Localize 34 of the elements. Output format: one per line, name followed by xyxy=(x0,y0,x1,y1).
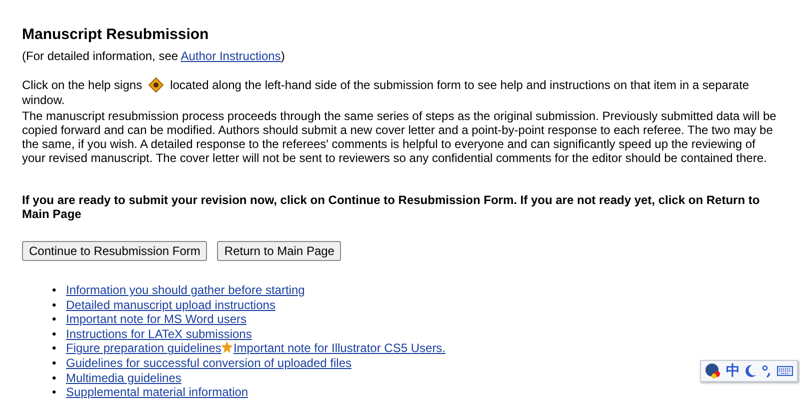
action-button[interactable]: Return to Main Page xyxy=(217,241,342,261)
help-link[interactable]: Guidelines for successful conversion of uploaded files xyxy=(66,356,352,370)
help-link[interactable]: Detailed manuscript upload instructions xyxy=(66,298,276,312)
help-link[interactable]: Instructions for LATeX submissions xyxy=(66,326,252,341)
bullet: • xyxy=(52,312,58,327)
help-link[interactable]: Important note for Illustrator CS5 Users. xyxy=(233,341,446,356)
punctuation-icon[interactable] xyxy=(762,364,772,378)
star-icon xyxy=(221,341,234,354)
bullet: • xyxy=(52,385,58,400)
ime-logo-icon[interactable] xyxy=(705,363,721,379)
action-button[interactable]: Continue to Resubmission Form xyxy=(22,241,208,261)
info-text: (For detailed information, see Author Instructions) xyxy=(22,49,286,63)
prompt-text: If you are ready to submit your revision now, click on Continue to Resubmission Form. If you are not ready yet, click on Return to Main Page xyxy=(22,193,761,221)
bullet: • xyxy=(52,326,58,342)
help-text: window. xyxy=(22,93,65,107)
help-link[interactable]: Multimedia guidelines xyxy=(66,370,182,385)
help-link[interactable]: Supplemental material information xyxy=(66,385,248,400)
bullet: • xyxy=(52,341,58,356)
description-paragraph: The manuscript resubmission process proceeds through the same series of steps as the original submission. Previously submitted data will be copied forward and can be modified. Authors should submit a new cover letter and a point-by-point response to each referee. The two may be the same, if you wish. A detailed response to the referees' comments is helpful to everyone and can significantly speed up the reviewing of your revised manuscript. The cover letter will not be sent to reviewers so any confidential comments for the editor should be contained there. xyxy=(22,109,778,165)
help-text: located along the left-hand side of the submission form to see help and instructions on that item in a separate xyxy=(170,78,750,92)
help-icon xyxy=(148,77,164,93)
help-link[interactable]: Information you should gather before starting xyxy=(66,283,305,297)
ime-mode-toggle[interactable]: 中 xyxy=(726,362,740,380)
bullet: • xyxy=(52,370,58,386)
bullet: • xyxy=(52,283,58,298)
author-instructions-link[interactable]: Author Instructions xyxy=(180,49,281,63)
page-title: Manuscript Resubmission xyxy=(22,26,210,43)
help-text: Click on the help signs xyxy=(22,78,142,92)
bullet: • xyxy=(52,356,58,371)
help-link[interactable]: Important note for MS Word users xyxy=(66,312,247,326)
moon-icon[interactable] xyxy=(745,364,757,378)
help-link[interactable]: Figure preparation guidelines xyxy=(66,341,222,356)
bullet: • xyxy=(52,298,58,312)
keyboard-icon[interactable] xyxy=(777,365,793,377)
